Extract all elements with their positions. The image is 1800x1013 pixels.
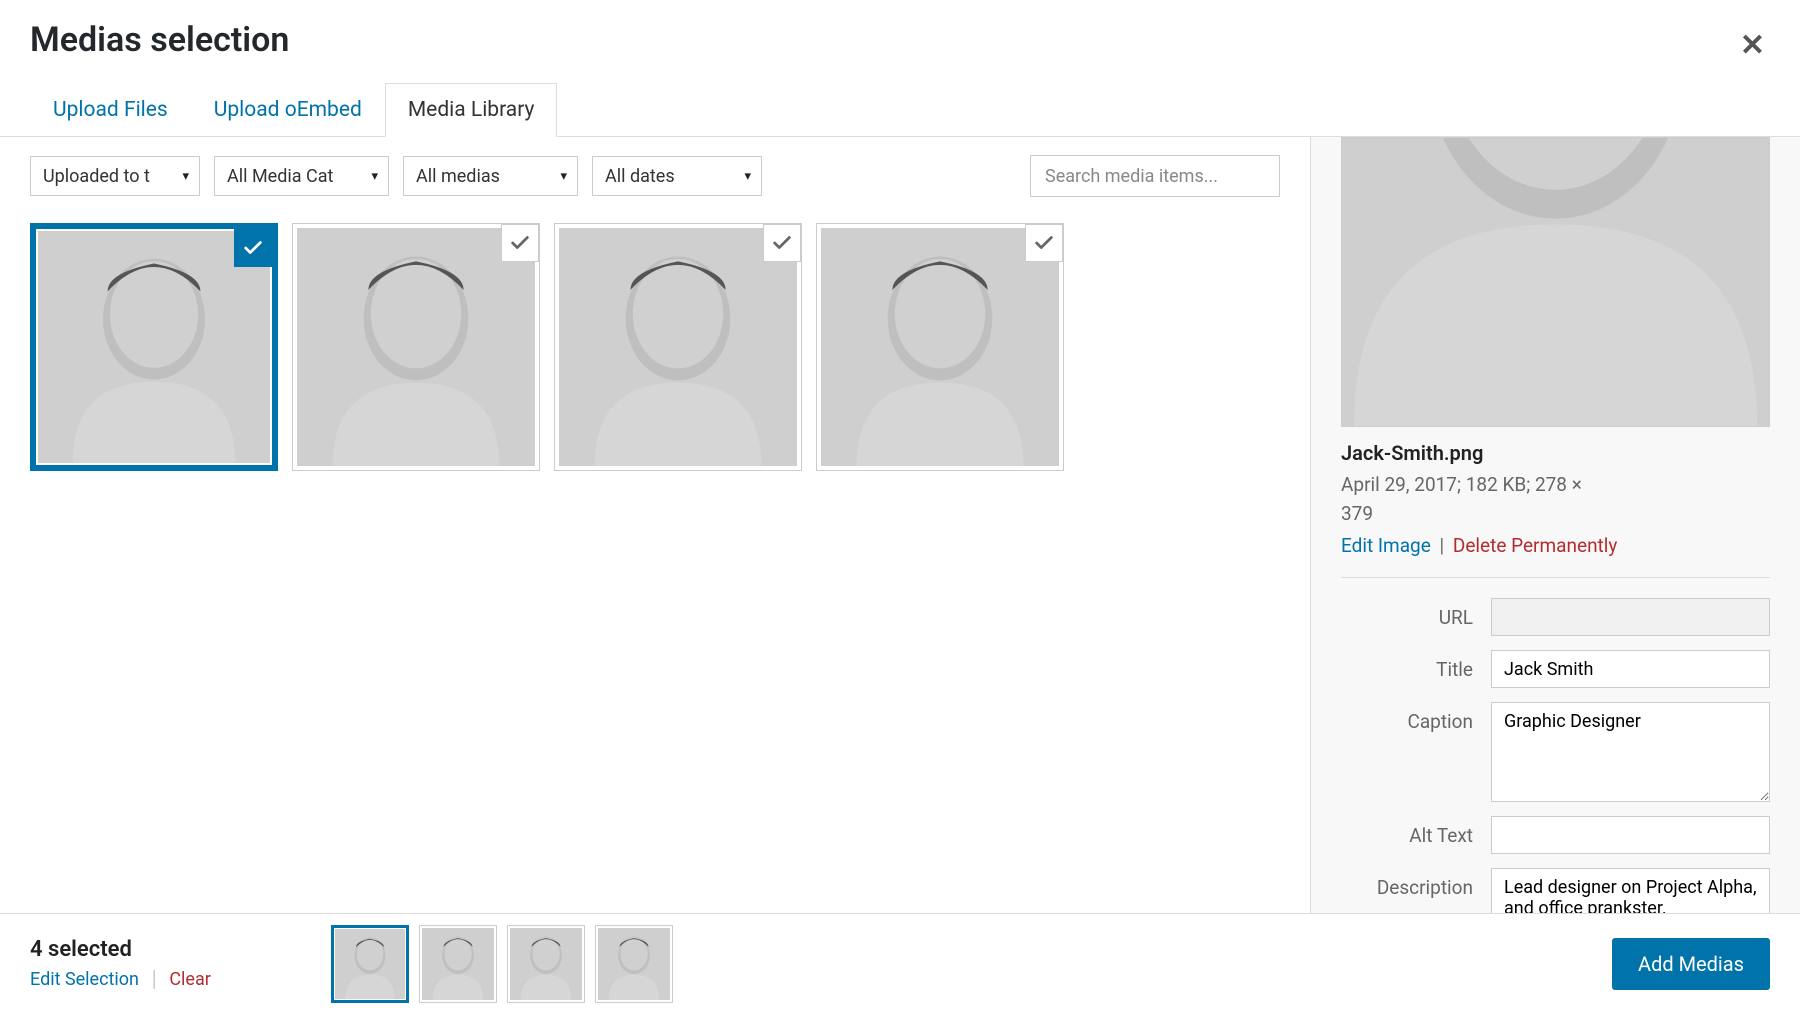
modal-footer: 4 selected Edit Selection | Clear Add Me… <box>0 913 1800 1013</box>
attachment-meta: April 29, 2017; 182 KB; 278 × 379 <box>1341 471 1770 528</box>
divider <box>1341 577 1770 578</box>
tab-media-library[interactable]: Media Library <box>385 83 558 137</box>
tab-bar: Upload Files Upload oEmbed Media Library <box>0 82 1800 137</box>
tab-upload-oembed[interactable]: Upload oEmbed <box>191 83 385 137</box>
caption-field[interactable] <box>1491 702 1770 802</box>
media-thumbnail[interactable] <box>30 223 278 471</box>
media-selection-modal: Medias selection ✕ Upload Files Upload o… <box>0 0 1800 1013</box>
filter-date-select[interactable]: All dates <box>592 156 762 196</box>
check-icon[interactable] <box>1025 224 1063 262</box>
thumbnail-image <box>297 228 535 466</box>
attachment-actions: Edit Image | Delete Permanently <box>1341 534 1770 557</box>
selection-thumbnail[interactable] <box>419 925 497 1003</box>
description-label: Description <box>1341 868 1491 899</box>
preview-image <box>1341 137 1770 427</box>
modal-header: Medias selection ✕ <box>0 0 1800 60</box>
description-field[interactable] <box>1491 868 1770 913</box>
modal-title: Medias selection <box>30 20 1770 60</box>
selection-thumbnail[interactable] <box>507 925 585 1003</box>
check-icon[interactable] <box>501 224 539 262</box>
selected-count: 4 selected <box>30 937 211 962</box>
caption-label: Caption <box>1341 702 1491 733</box>
edit-image-link[interactable]: Edit Image <box>1341 534 1431 557</box>
filter-category-select[interactable]: All Media Cat <box>214 156 389 196</box>
delete-permanently-link[interactable]: Delete Permanently <box>1453 534 1618 557</box>
media-thumbnail[interactable] <box>816 223 1064 471</box>
check-icon[interactable] <box>763 224 801 262</box>
media-grid <box>30 223 1280 471</box>
title-label: Title <box>1341 650 1491 681</box>
alt-text-label: Alt Text <box>1341 816 1491 847</box>
media-thumbnail[interactable] <box>554 223 802 471</box>
title-field[interactable] <box>1491 650 1770 688</box>
url-label: URL <box>1341 598 1491 629</box>
filter-source-select[interactable]: Uploaded to t <box>30 156 200 196</box>
media-thumbnail[interactable] <box>292 223 540 471</box>
url-field[interactable] <box>1491 598 1770 636</box>
close-icon[interactable]: ✕ <box>1740 28 1765 63</box>
media-browser: Uploaded to t All Media Cat All medias A… <box>0 137 1310 913</box>
tab-upload-files[interactable]: Upload Files <box>30 83 191 137</box>
filter-type-select[interactable]: All medias <box>403 156 578 196</box>
attachment-details: Jack-Smith.png April 29, 2017; 182 KB; 2… <box>1310 137 1800 913</box>
selection-thumbnail[interactable] <box>595 925 673 1003</box>
selection-thumbnails <box>331 925 673 1003</box>
thumbnail-image <box>821 228 1059 466</box>
check-icon[interactable] <box>234 229 272 267</box>
filter-bar: Uploaded to t All Media Cat All medias A… <box>30 155 1280 197</box>
attachment-filename: Jack-Smith.png <box>1341 441 1770 465</box>
search-input[interactable] <box>1030 155 1280 197</box>
alt-text-field[interactable] <box>1491 816 1770 854</box>
thumbnail-image <box>559 228 797 466</box>
edit-selection-link[interactable]: Edit Selection <box>30 969 139 990</box>
clear-selection-link[interactable]: Clear <box>169 969 211 990</box>
selection-thumbnail[interactable] <box>331 925 409 1003</box>
add-medias-button[interactable]: Add Medias <box>1612 938 1770 990</box>
